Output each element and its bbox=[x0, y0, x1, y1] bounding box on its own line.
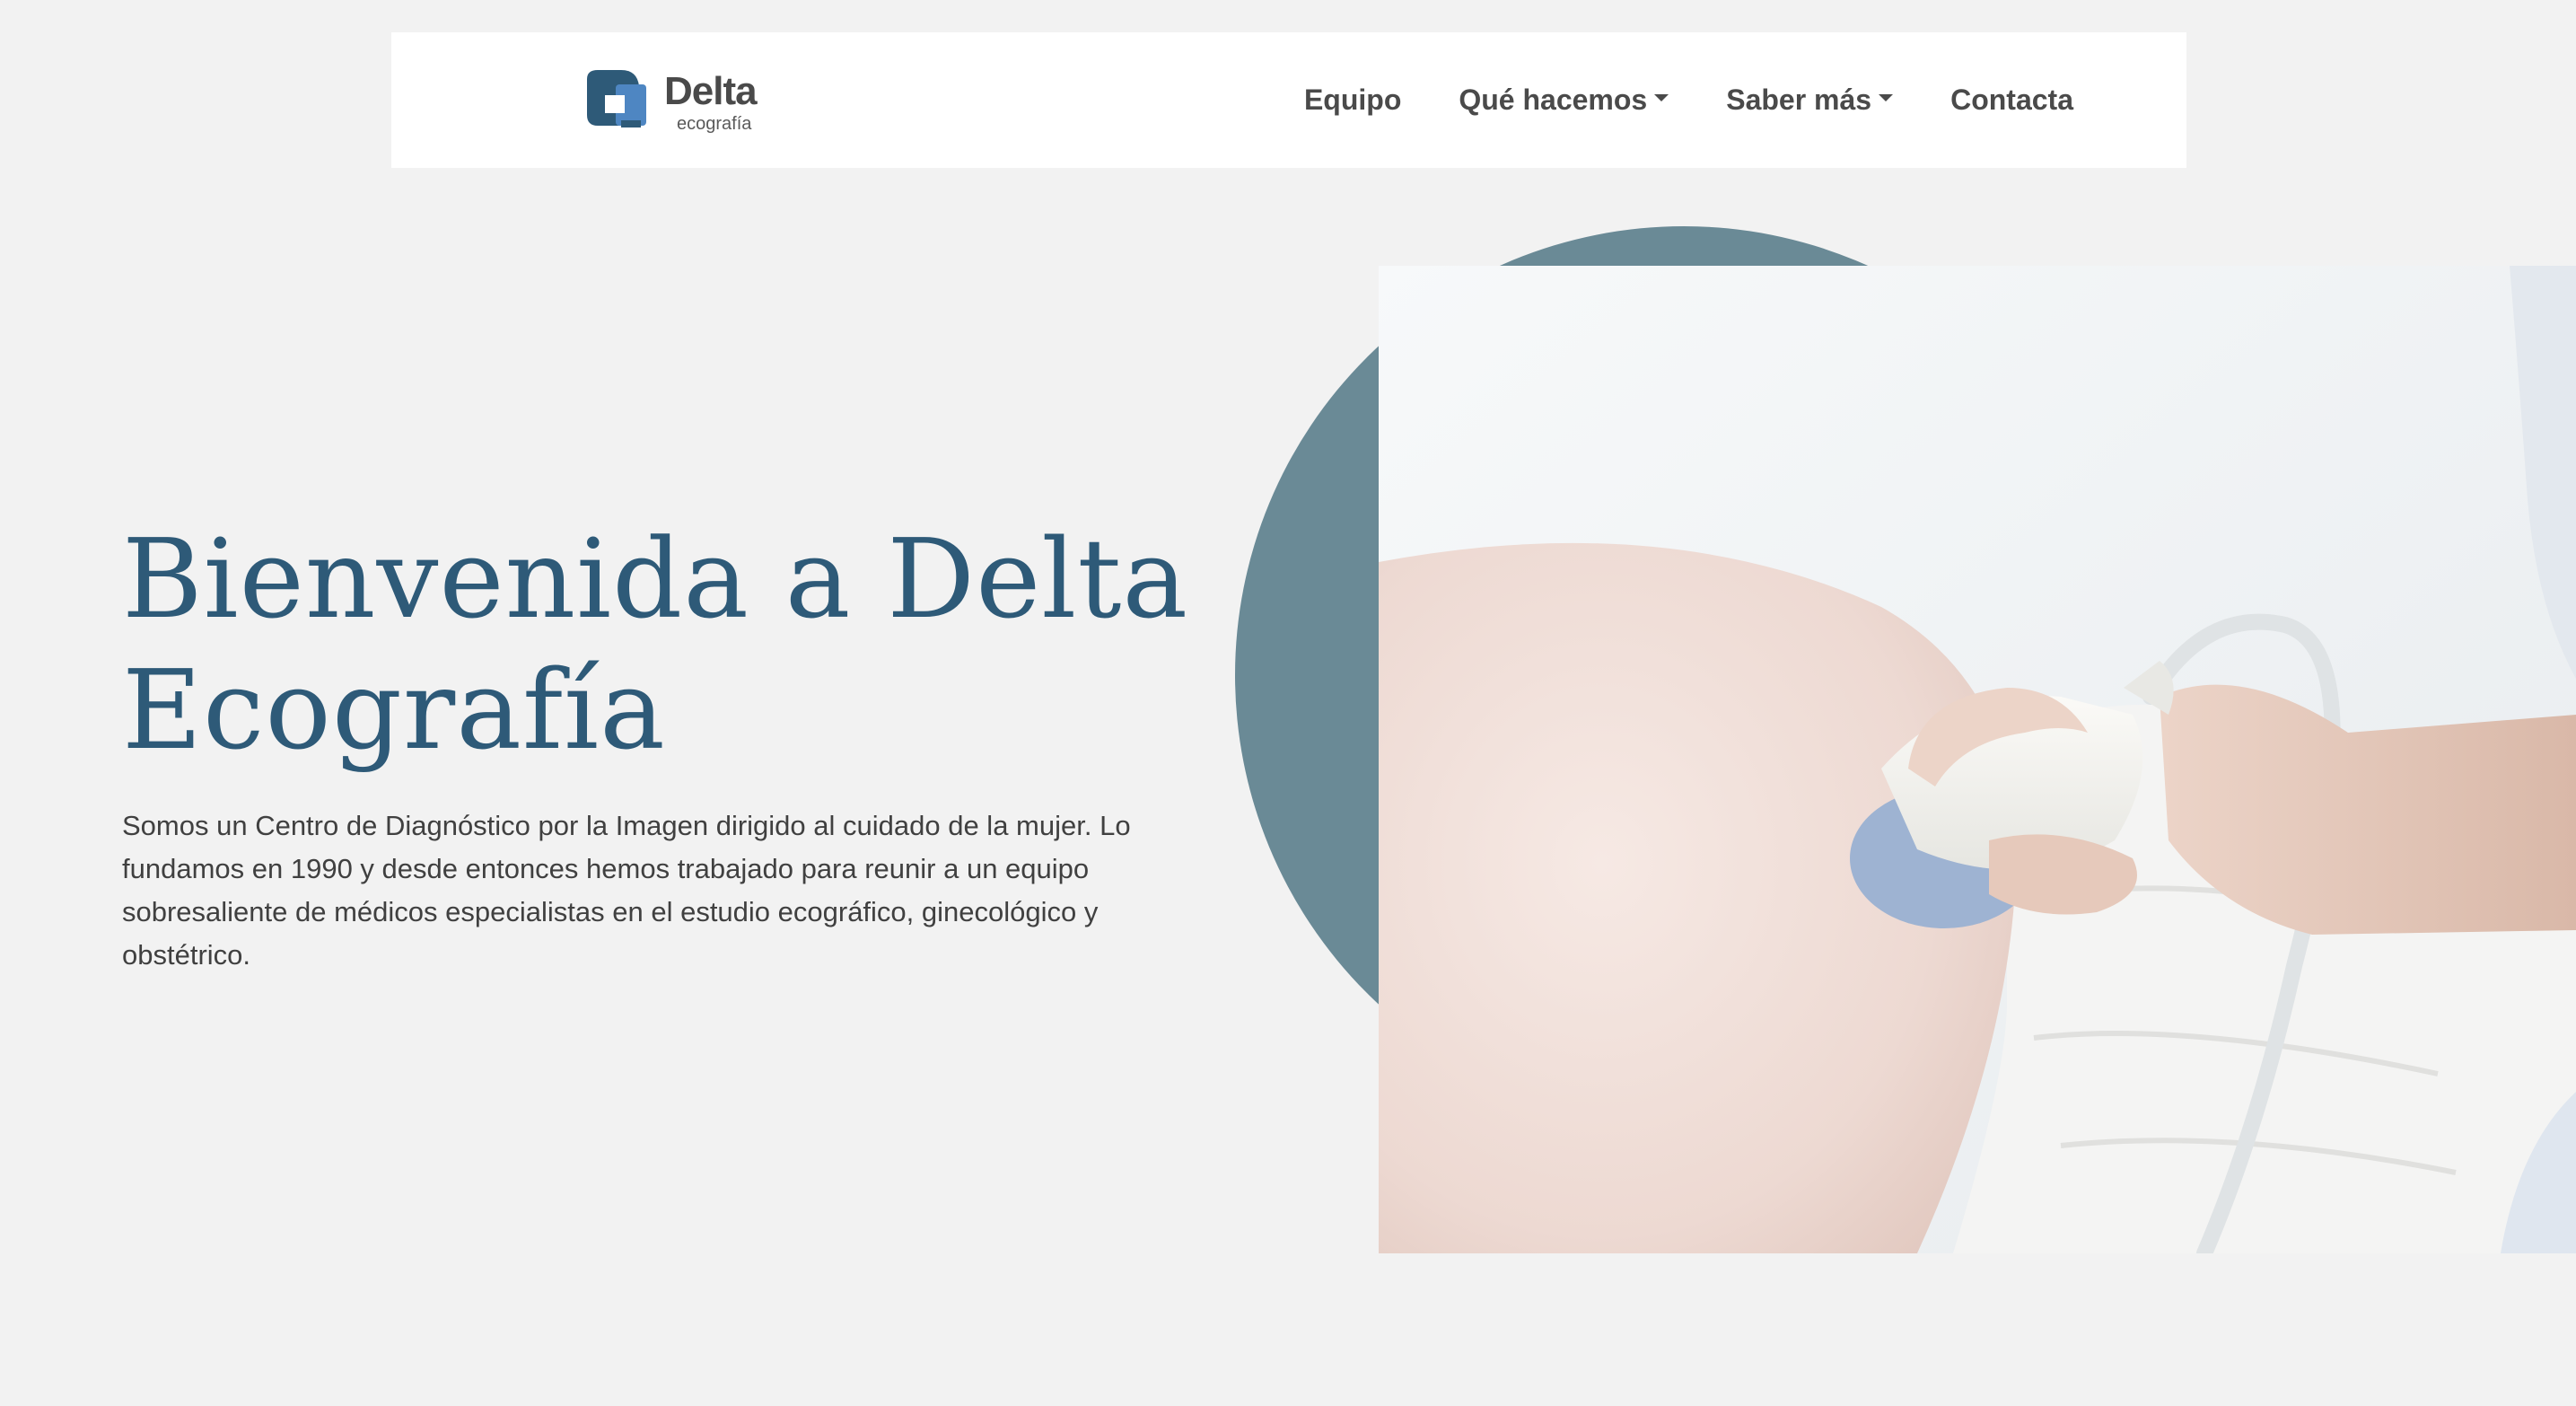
logo-tagline: ecografía bbox=[677, 114, 752, 134]
nav-item-equipo[interactable]: Equipo bbox=[1304, 83, 1401, 117]
hero-image bbox=[1379, 266, 2576, 1253]
delta-logo-icon bbox=[587, 70, 646, 127]
nav-item-label: Qué hacemos bbox=[1459, 83, 1648, 116]
nav-item-label: Saber más bbox=[1726, 83, 1872, 116]
nav-item-que-hacemos[interactable]: Qué hacemos bbox=[1459, 83, 1669, 117]
hero-title-line-1: Bienvenida a Delta bbox=[122, 515, 1189, 643]
logo-wordmark: Delta bbox=[664, 69, 758, 113]
hero-description: Somos un Centro de Diagnóstico por la Im… bbox=[122, 810, 1131, 971]
nav-item-label: Equipo bbox=[1303, 83, 1402, 116]
nav-item-contacta[interactable]: Contacta bbox=[1950, 83, 2073, 117]
ultrasound-scan-illustration bbox=[1379, 266, 2576, 1253]
logo-link[interactable]: Delta ecografía bbox=[580, 66, 768, 138]
caret-down-icon bbox=[1879, 93, 1894, 101]
hero-title: Bienvenida a Delta Ecografía bbox=[122, 514, 1289, 776]
main-nav: Equipo Qué hacemos Saber más Contacta bbox=[1304, 32, 2073, 168]
hero-title-line-2: Ecografía bbox=[122, 646, 666, 774]
caret-down-icon bbox=[1654, 93, 1669, 101]
nav-item-saber-mas[interactable]: Saber más bbox=[1726, 83, 1894, 117]
nav-item-label: Contacta bbox=[1950, 83, 2073, 116]
navbar: Delta ecografía Equipo Qué hacemos Saber… bbox=[391, 32, 2186, 168]
